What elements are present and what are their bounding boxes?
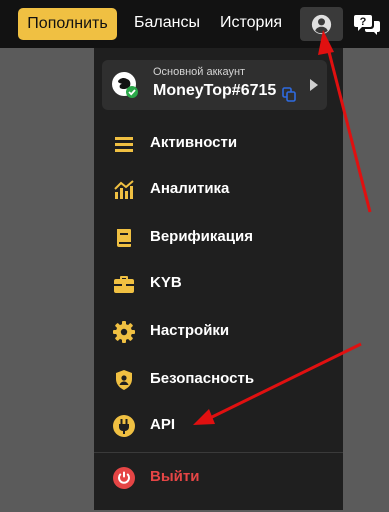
menu-item-label: KYB [150, 274, 182, 291]
menu-item-settings[interactable]: Настройки [94, 312, 343, 352]
plug-icon [113, 415, 135, 437]
nav-balances[interactable]: Балансы [134, 14, 200, 32]
menu-item-api[interactable]: API [94, 406, 343, 446]
copy-icon[interactable] [282, 87, 296, 102]
account-dropdown-menu: Основной аккаунт MoneyTop#6715 Активност… [94, 48, 343, 510]
svg-text:?: ? [360, 16, 367, 28]
expand-arrow-icon[interactable] [310, 79, 318, 91]
menu-item-label: API [150, 416, 176, 433]
menu-item-label: Верификация [150, 228, 253, 245]
menu-item-activities[interactable]: Активности [94, 124, 343, 164]
account-caption: Основной аккаунт [153, 66, 246, 78]
gear-icon [113, 321, 135, 343]
analytics-chart-icon [114, 180, 134, 199]
nav-history[interactable]: История [220, 14, 282, 32]
account-name: MoneyTop#6715 [153, 82, 277, 99]
profile-button[interactable] [300, 7, 343, 41]
menu-divider [94, 452, 343, 453]
shield-user-icon [116, 370, 132, 390]
menu-item-kyb[interactable]: KYB [94, 264, 343, 304]
logout-button[interactable]: Выйти [94, 458, 343, 498]
account-avatar-icon [112, 72, 138, 98]
menu-item-verification[interactable]: Верификация [94, 218, 343, 258]
briefcase-icon [114, 276, 134, 293]
power-icon [113, 467, 135, 489]
menu-item-security[interactable]: Безопасность [94, 360, 343, 400]
menu-item-label: Безопасность [150, 370, 255, 387]
account-switcher[interactable]: Основной аккаунт MoneyTop#6715 [102, 60, 327, 110]
verification-book-icon [117, 229, 131, 247]
menu-item-label: Активности [150, 134, 238, 151]
logout-label: Выйти [150, 468, 200, 485]
menu-item-analytics[interactable]: Аналитика [94, 170, 343, 210]
topup-button[interactable]: Пополнить [18, 8, 117, 40]
menu-item-label: Настройки [150, 322, 230, 339]
user-circle-icon [311, 14, 332, 35]
support-chat-icon[interactable]: ? [354, 12, 380, 36]
menu-item-label: Аналитика [150, 180, 230, 197]
top-bar: Пополнить Балансы История ? [0, 0, 389, 48]
activity-list-icon [115, 137, 133, 152]
